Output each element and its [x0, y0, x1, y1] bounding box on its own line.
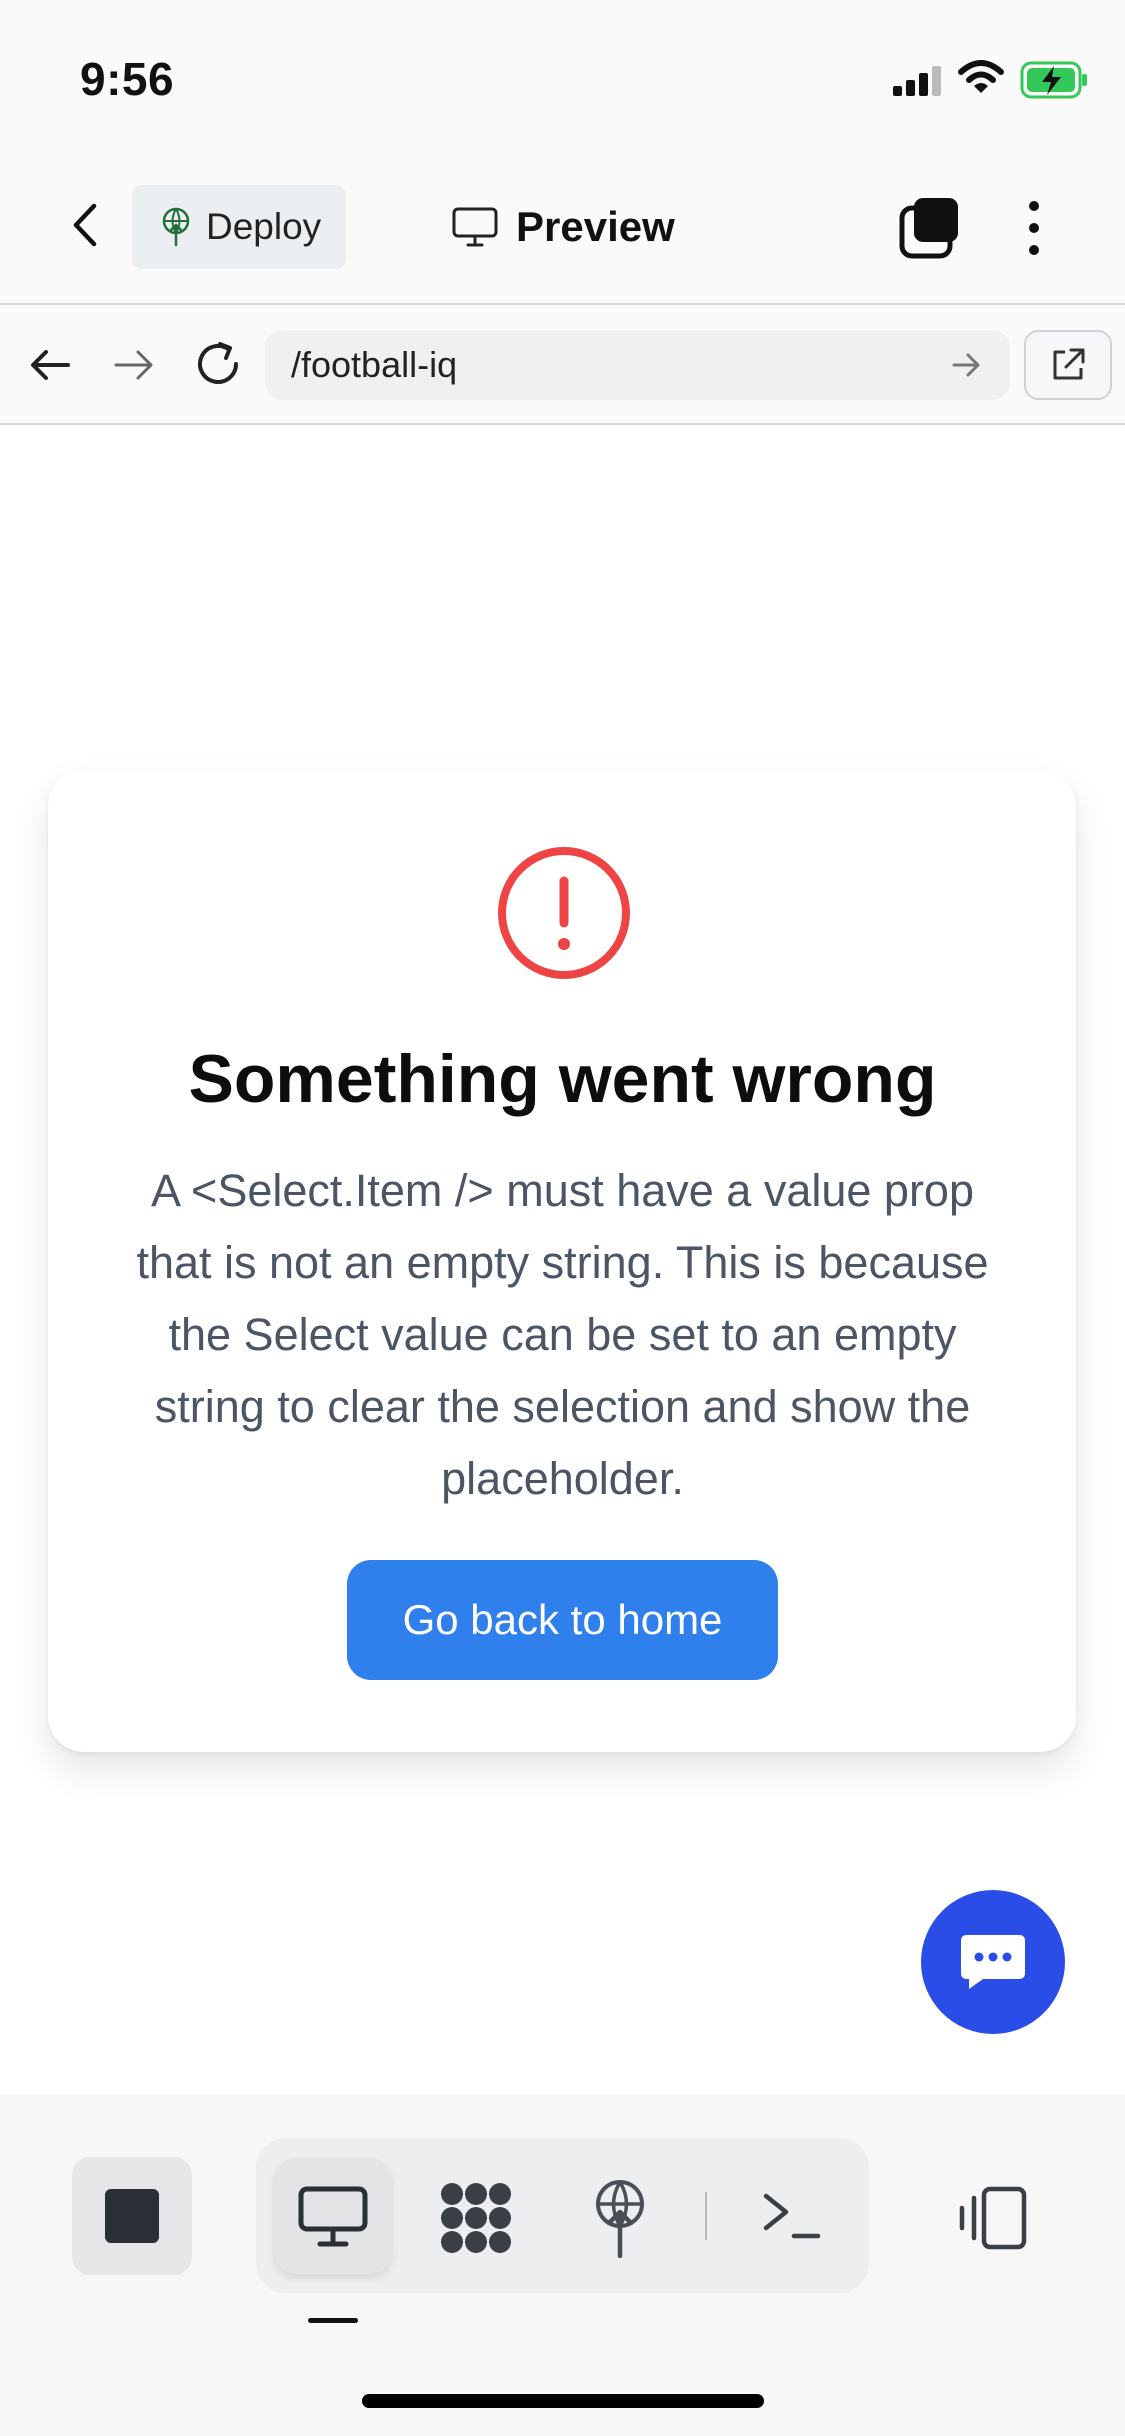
arrow-right-icon[interactable] — [106, 340, 162, 390]
status-time: 9:56 — [80, 53, 175, 105]
deploy-button[interactable]: Deploy — [132, 185, 346, 269]
more-vertical-icon[interactable] — [1016, 196, 1052, 260]
terminal-icon[interactable] — [760, 2188, 822, 2244]
open-external-button[interactable] — [1024, 330, 1112, 400]
chevron-left-icon — [73, 203, 97, 247]
deploy-icon — [162, 207, 190, 247]
preview-label: Preview — [516, 203, 675, 250]
home-indicator — [362, 2394, 764, 2408]
desktop-icon — [298, 2186, 368, 2247]
deploy-label: Deploy — [206, 206, 322, 247]
toolbar-divider — [705, 2192, 707, 2240]
battery-charging-icon — [1020, 61, 1087, 99]
stop-button[interactable] — [72, 2157, 192, 2275]
back-button[interactable] — [60, 195, 110, 255]
arrow-left-icon[interactable] — [22, 340, 78, 390]
reload-icon[interactable] — [190, 336, 246, 392]
chat-icon — [961, 1935, 1025, 1989]
signal-icon — [893, 66, 941, 96]
alert-circle-icon — [498, 847, 630, 979]
error-message: A <Select.Item /> must have a value prop… — [136, 1165, 989, 1504]
error-title: Something went wrong — [188, 1041, 937, 1117]
chat-button[interactable] — [921, 1890, 1065, 2034]
deploy-icon[interactable] — [590, 2178, 650, 2258]
apps-icon[interactable] — [438, 2180, 514, 2256]
go-arrow-icon[interactable] — [946, 345, 986, 385]
monitor-icon — [452, 207, 498, 247]
go-home-button[interactable]: Go back to home — [347, 1560, 778, 1680]
tabs-icon[interactable] — [898, 196, 962, 260]
split-view-icon[interactable] — [958, 2186, 1030, 2250]
stop-icon — [105, 2189, 159, 2243]
url-input[interactable]: /football-iq — [265, 330, 1010, 400]
wifi-icon — [958, 60, 1004, 93]
preview-tab[interactable]: Preview — [452, 195, 675, 259]
external-link-icon — [1053, 348, 1085, 380]
url-text: /football-iq — [291, 344, 458, 385]
active-tab-indicator — [308, 2318, 358, 2323]
